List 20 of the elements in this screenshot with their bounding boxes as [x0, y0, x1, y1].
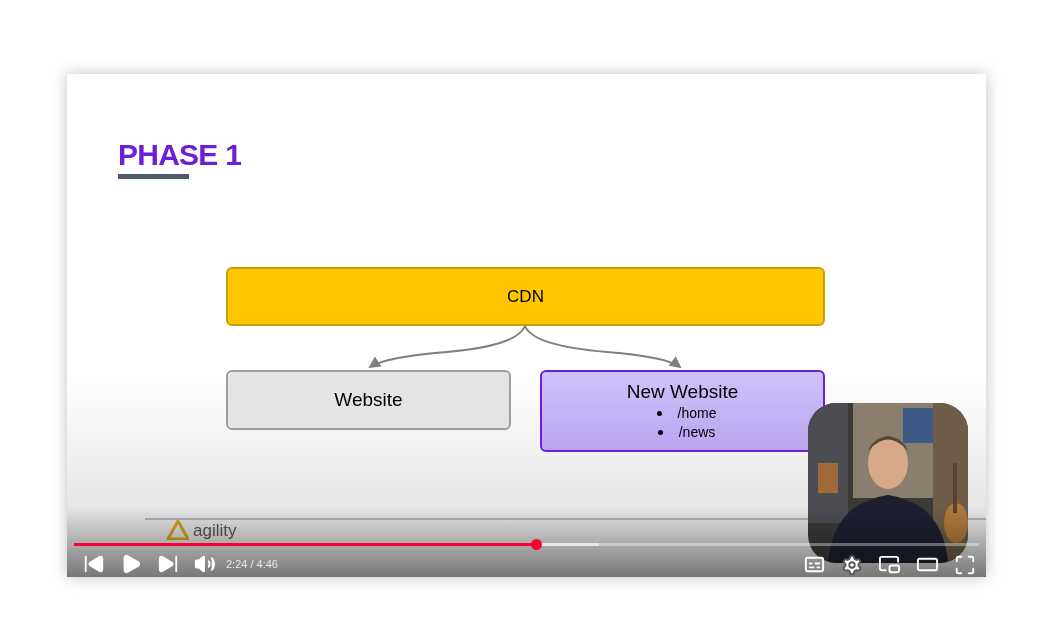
- slide-title: PHASE 1: [118, 140, 242, 170]
- volume-icon[interactable]: [194, 553, 216, 575]
- previous-icon[interactable]: [83, 553, 105, 575]
- settings-icon[interactable]: [841, 553, 863, 576]
- title-underline: [118, 174, 189, 179]
- video-player[interactable]: PHASE 1 CDN Website New Website /home /news agility 2:24 / 4:46: [67, 74, 986, 577]
- node-label: CDN: [507, 285, 544, 308]
- bullet-icon: [657, 429, 663, 435]
- node-bullet: /home: [677, 403, 717, 423]
- logo-icon: [167, 520, 189, 540]
- progress-handle[interactable]: [530, 539, 542, 550]
- node-label: New Website: [626, 380, 739, 404]
- node-label: Website: [334, 388, 403, 412]
- next-icon[interactable]: [157, 553, 179, 575]
- time-display: 2:24 / 4:46: [226, 556, 278, 572]
- miniplayer-icon[interactable]: [878, 553, 901, 576]
- fullscreen-icon[interactable]: [954, 553, 976, 576]
- node-bullet: /news: [678, 422, 716, 442]
- logo-text: agility: [193, 521, 237, 539]
- bullet-icon: [656, 410, 662, 416]
